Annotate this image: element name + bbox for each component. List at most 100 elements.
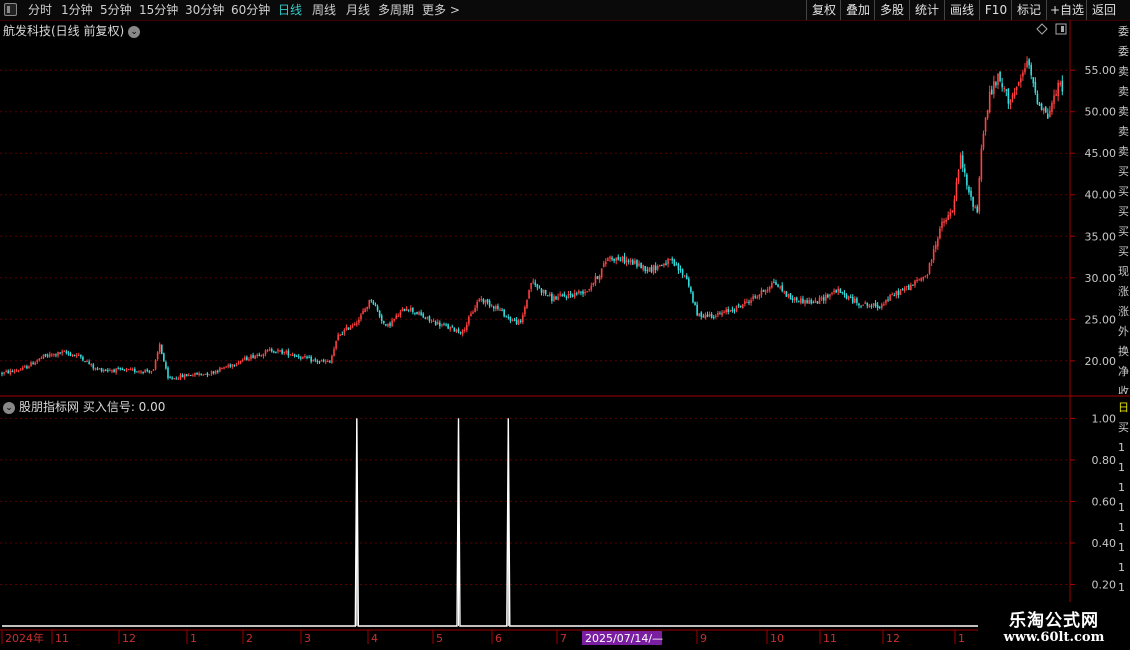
kline-chart[interactable]: 20.00 25.00 30.00 35.00 40.00 45.00 50.00 55.00… xyxy=(0,0,1130,650)
candle-body xyxy=(297,356,300,358)
candle-body xyxy=(451,326,454,328)
side-label: 涨 xyxy=(1118,285,1129,298)
candle-body xyxy=(470,313,472,317)
candle-body xyxy=(61,351,63,354)
price-tick-label: 25.00 xyxy=(1085,313,1117,326)
candle-body xyxy=(995,82,997,86)
candle-body xyxy=(926,274,929,276)
candle-body xyxy=(88,361,90,364)
indicator-tick-label: 0.80 xyxy=(1092,454,1117,467)
side-label: 1 xyxy=(1118,581,1125,594)
candle-body xyxy=(443,324,445,326)
candle-body xyxy=(190,375,192,377)
candle-body xyxy=(380,315,383,322)
candle-body xyxy=(737,304,740,306)
candle-body xyxy=(19,369,22,371)
candle-body xyxy=(233,364,236,366)
candle-body xyxy=(507,317,510,319)
date-label: 12 xyxy=(886,632,900,645)
candle-body xyxy=(851,296,854,303)
candle-body xyxy=(1047,113,1049,119)
candle-body xyxy=(619,260,622,262)
candle-body xyxy=(634,260,636,264)
candle-body xyxy=(789,293,792,300)
candle-body xyxy=(34,362,36,365)
candle-body xyxy=(154,360,157,370)
candle-body xyxy=(964,168,966,173)
candle-body xyxy=(223,367,225,369)
candle-body xyxy=(366,306,368,309)
candle-body xyxy=(1015,87,1018,91)
candle-body xyxy=(588,289,591,291)
candle-body xyxy=(667,258,669,265)
candle-body xyxy=(237,362,240,364)
candle-body xyxy=(710,314,713,318)
candle-body xyxy=(683,275,686,277)
candle-body xyxy=(119,368,122,370)
candle-body xyxy=(806,300,808,303)
indicator-title[interactable]: ⌄ 股朋指标网 买入信号: 0.00 xyxy=(3,398,165,415)
indicator-tick-label: 1.00 xyxy=(1092,412,1117,425)
candle-body xyxy=(175,378,178,380)
candle-body xyxy=(578,290,580,294)
candle-body xyxy=(476,301,478,308)
candle-body xyxy=(291,354,294,356)
candle-body xyxy=(399,311,402,316)
candle-body xyxy=(970,190,972,197)
candle-body xyxy=(941,221,943,229)
candle-body xyxy=(845,294,848,299)
candle-body xyxy=(418,312,420,315)
candle-body xyxy=(920,278,923,281)
side-label: 现 xyxy=(1118,265,1129,278)
candle-body xyxy=(808,300,810,304)
candle-body xyxy=(725,309,727,313)
side-label: 外 xyxy=(1118,325,1129,338)
candle-body xyxy=(241,360,244,362)
side-label: 卖 xyxy=(1118,105,1129,118)
candle-body xyxy=(781,285,783,292)
candle-body xyxy=(51,354,53,356)
candle-body xyxy=(905,285,908,288)
candle-body xyxy=(870,305,873,307)
candle-body xyxy=(80,354,82,357)
candle-body xyxy=(258,354,261,357)
date-label: 5 xyxy=(436,632,443,645)
candle-body xyxy=(364,309,366,313)
candle-body xyxy=(1030,64,1032,76)
candle-body xyxy=(522,315,524,323)
candle-body xyxy=(584,292,586,294)
candle-body xyxy=(669,259,671,261)
side-label: 涨 xyxy=(1118,305,1129,318)
candle-body xyxy=(534,282,537,285)
candle-body xyxy=(69,353,72,356)
candle-body xyxy=(607,258,609,262)
candle-body xyxy=(256,354,259,357)
indicator-tick-label: 0.40 xyxy=(1092,537,1117,550)
side-label: 卖 xyxy=(1118,65,1129,78)
candle-body xyxy=(972,196,974,207)
candle-body xyxy=(385,324,387,326)
window-icon-bar xyxy=(1061,26,1064,32)
candle-body xyxy=(181,374,184,378)
candle-body xyxy=(293,354,296,357)
side-label: 卖 xyxy=(1118,125,1129,138)
candle-body xyxy=(1034,81,1037,93)
candle-body xyxy=(109,370,111,372)
candle-body xyxy=(993,81,995,95)
candle-body xyxy=(65,351,68,353)
watermark-name: 乐淘公式网 xyxy=(1009,611,1099,631)
candle-body xyxy=(1028,59,1030,66)
candle-body xyxy=(455,329,458,333)
candle-body xyxy=(403,308,406,311)
candle-body xyxy=(924,275,927,277)
side-label: 1 xyxy=(1118,481,1125,494)
candle-body xyxy=(459,332,462,334)
candle-body xyxy=(569,293,572,296)
candle-body xyxy=(1020,78,1022,83)
candle-body xyxy=(951,210,954,213)
chevron-down-icon[interactable]: ⌄ xyxy=(3,401,15,414)
side-label: 卖 xyxy=(1118,85,1129,98)
candle-body xyxy=(204,373,207,375)
candle-body xyxy=(368,300,371,308)
side-label: 委 xyxy=(1118,45,1129,58)
